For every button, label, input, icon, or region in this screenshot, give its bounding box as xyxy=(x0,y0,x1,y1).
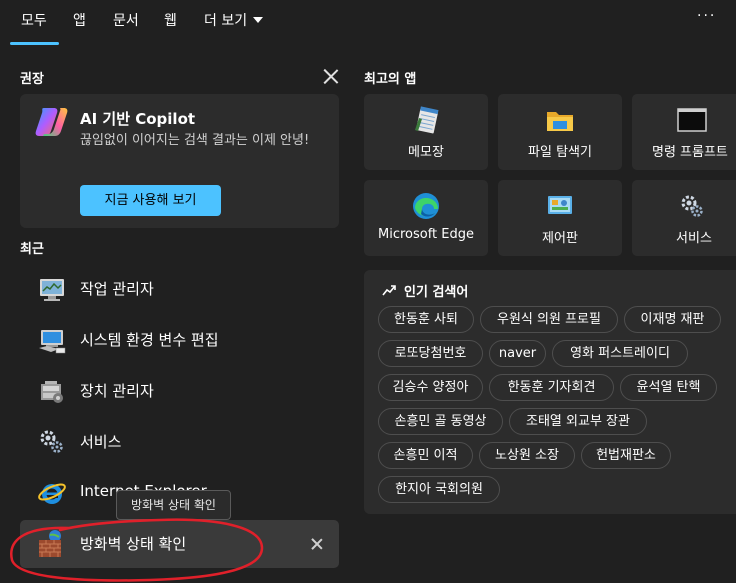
trending-chip[interactable]: naver xyxy=(489,340,546,367)
app-tile-notepad[interactable]: 메모장 xyxy=(364,94,488,170)
tab-all[interactable]: 모두 xyxy=(21,10,47,30)
services-gear-icon xyxy=(681,195,703,217)
copilot-card-description: 끊임없이 이어지는 검색 결과는 이제 안녕! xyxy=(80,133,310,148)
system-properties-icon xyxy=(39,330,66,354)
app-tile-file-explorer[interactable]: 파일 탐색기 xyxy=(498,94,622,170)
recent-item-label: 방화벽 상태 확인 xyxy=(80,535,187,553)
trending-heading: 인기 검색어 xyxy=(404,285,469,300)
control-panel-icon xyxy=(548,196,572,214)
trending-chip[interactable]: 윤석열 탄핵 xyxy=(620,374,717,401)
trending-chip[interactable]: 손흥민 이적 xyxy=(378,442,473,469)
close-recommended-icon[interactable] xyxy=(322,68,340,86)
trending-chip[interactable]: 헌법재판소 xyxy=(581,442,671,469)
trending-up-icon xyxy=(382,285,396,296)
trending-chip[interactable]: 한지아 국회의원 xyxy=(378,476,500,503)
trending-searches-card: 인기 검색어 한동훈 사퇴 우원식 의원 프로필 이재명 재판 로또당첨번호 n… xyxy=(364,270,736,514)
folder-icon xyxy=(547,112,573,131)
trending-chip[interactable]: 노상원 소장 xyxy=(479,442,575,469)
tab-documents[interactable]: 문서 xyxy=(113,10,139,30)
app-tile-services[interactable]: 서비스 xyxy=(632,180,736,256)
recent-item-label: 작업 관리자 xyxy=(80,280,154,298)
trending-chip[interactable]: 이재명 재판 xyxy=(624,306,721,333)
app-tile-label: 메모장 xyxy=(408,145,444,160)
try-copilot-button[interactable]: 지금 사용해 보기 xyxy=(80,185,221,216)
remove-recent-icon[interactable] xyxy=(311,538,323,550)
recent-item-system-env-vars[interactable]: 시스템 환경 변수 편집 xyxy=(20,316,339,364)
command-prompt-icon xyxy=(677,108,707,132)
recent-item-task-manager[interactable]: 작업 관리자 xyxy=(20,265,339,313)
trending-chip[interactable]: 우원식 의원 프로필 xyxy=(480,306,618,333)
copilot-card-title: AI 기반 Copilot xyxy=(80,110,196,128)
app-tile-edge[interactable]: Microsoft Edge xyxy=(364,180,488,256)
recent-item-label: 서비스 xyxy=(80,433,122,451)
recent-item-device-manager[interactable]: 장치 관리자 xyxy=(20,367,339,415)
internet-explorer-icon xyxy=(38,483,66,504)
more-options-icon[interactable]: ··· xyxy=(697,8,716,24)
trending-chip[interactable]: 한동훈 사퇴 xyxy=(378,306,474,333)
recent-item-firewall[interactable]: 방화벽 상태 확인 xyxy=(20,520,339,568)
trending-chip[interactable]: 한동훈 기자회견 xyxy=(489,374,614,401)
active-tab-indicator xyxy=(10,42,59,45)
app-tile-command-prompt[interactable]: 명령 프롬프트 xyxy=(632,94,736,170)
recent-item-services[interactable]: 서비스 xyxy=(20,418,339,466)
recent-item-label: 장치 관리자 xyxy=(80,382,154,400)
tab-more-label: 더 보기 xyxy=(204,13,248,29)
app-tile-label: 파일 탐색기 xyxy=(528,145,592,160)
app-tile-label: 서비스 xyxy=(676,231,712,246)
firewall-icon xyxy=(39,530,61,557)
task-manager-icon xyxy=(40,279,64,301)
tab-web[interactable]: 웹 xyxy=(164,10,177,30)
recommended-heading: 권장 xyxy=(20,72,44,87)
tab-apps[interactable]: 앱 xyxy=(73,10,86,30)
top-apps-heading: 최고의 앱 xyxy=(364,72,417,87)
trending-chip[interactable]: 로또당첨번호 xyxy=(378,340,483,367)
copilot-recommendation-card[interactable]: AI 기반 Copilot 끊임없이 이어지는 검색 결과는 이제 안녕! 지금… xyxy=(20,94,339,228)
app-tile-label: Microsoft Edge xyxy=(377,227,474,242)
recent-heading: 최근 xyxy=(20,242,44,257)
app-tile-label: 명령 프롬프트 xyxy=(652,145,728,160)
app-tile-control-panel[interactable]: 제어판 xyxy=(498,180,622,256)
services-gear-icon xyxy=(40,430,63,453)
search-filter-tabs: 모두 앱 문서 웹 더 보기 ··· xyxy=(0,0,736,46)
chevron-down-icon xyxy=(253,17,264,23)
copilot-icon xyxy=(35,108,68,136)
recent-item-label: 시스템 환경 변수 편집 xyxy=(80,331,219,349)
tab-more[interactable]: 더 보기 xyxy=(204,10,264,30)
trending-chip[interactable]: 손흥민 골 동영상 xyxy=(378,408,503,435)
notepad-icon xyxy=(415,106,439,134)
app-tile-label: 제어판 xyxy=(542,231,578,246)
device-manager-icon xyxy=(41,381,63,403)
trending-chip[interactable]: 조태열 외교부 장관 xyxy=(509,408,647,435)
trending-chip[interactable]: 영화 퍼스트레이디 xyxy=(552,340,688,367)
tooltip: 방화벽 상태 확인 xyxy=(116,490,231,520)
edge-icon xyxy=(413,193,439,219)
trending-chip[interactable]: 김승수 양정아 xyxy=(378,374,483,401)
